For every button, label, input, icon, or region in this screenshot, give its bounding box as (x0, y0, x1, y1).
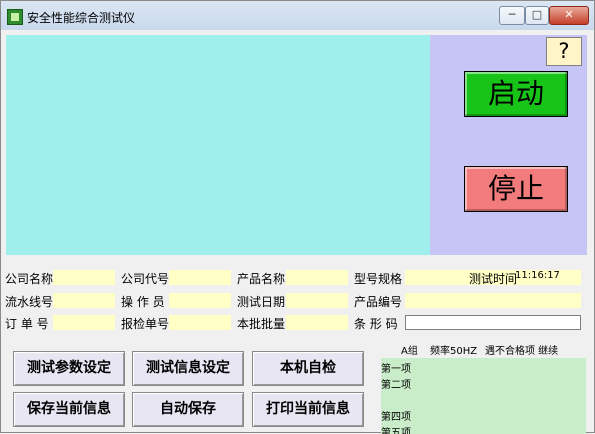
test-items-list: 第一项 第二项 第四项 第五项 (381, 358, 586, 434)
batch-quantity-label: 本批批量 (237, 317, 286, 331)
fail-action-label: 遇不合格项 继续 (485, 346, 559, 357)
help-button[interactable]: ? (546, 37, 582, 66)
test-time-value: 11:16:17 (515, 270, 560, 281)
stop-button[interactable]: 停止 (464, 166, 568, 212)
barcode-label: 条 形 码 (354, 317, 398, 331)
test-item: 第四项 (381, 412, 411, 423)
serial-number-label: 流水线号 (5, 295, 54, 309)
product-code-field[interactable] (405, 293, 581, 308)
test-item: 第二项 (381, 380, 411, 391)
save-current-button[interactable]: 保存当前信息 (13, 392, 125, 427)
barcode-field[interactable] (405, 315, 581, 330)
app-icon (7, 9, 23, 25)
self-check-button[interactable]: 本机自检 (252, 351, 364, 386)
status-header: A组 频率50HZ 遇不合格项 继续 (381, 341, 581, 357)
company-code-field[interactable] (169, 270, 231, 285)
print-current-button[interactable]: 打印当前信息 (252, 392, 364, 427)
operator-label: 操 作 员 (121, 295, 165, 309)
model-spec-label: 型号规格 (354, 272, 403, 286)
main-window: 安全性能综合测试仪 ─ □ ✕ ? 启动 停止 公司名称 公司代号 产品名称 型… (0, 0, 595, 434)
auto-save-button[interactable]: 自动保存 (132, 392, 244, 427)
close-button[interactable]: ✕ (549, 6, 589, 25)
test-date-label: 测试日期 (237, 295, 286, 309)
test-date-field[interactable] (286, 293, 348, 308)
report-number-label: 报检单号 (121, 317, 170, 331)
test-info-button[interactable]: 测试信息设定 (132, 351, 244, 386)
window-title: 安全性能综合测试仪 (27, 11, 136, 25)
test-display-area (6, 35, 430, 255)
start-button[interactable]: 启动 (464, 71, 568, 117)
company-code-label: 公司代号 (121, 272, 170, 286)
order-number-label: 订 单 号 (5, 317, 49, 331)
batch-quantity-field[interactable] (286, 315, 348, 330)
product-code-label: 产品编号 (354, 295, 403, 309)
maximize-button[interactable]: □ (525, 6, 549, 25)
report-number-field[interactable] (169, 315, 231, 330)
product-name-field[interactable] (286, 270, 348, 285)
title-bar: 安全性能综合测试仪 ─ □ ✕ (1, 1, 594, 30)
serial-number-field[interactable] (53, 293, 115, 308)
control-panel (430, 35, 587, 255)
group-label: A组 (401, 346, 418, 357)
minimize-button[interactable]: ─ (499, 6, 525, 25)
company-name-label: 公司名称 (5, 272, 54, 286)
frequency-label: 频率50HZ (430, 346, 478, 357)
product-name-label: 产品名称 (237, 272, 286, 286)
test-params-button[interactable]: 测试参数设定 (13, 351, 125, 386)
test-time-label: 测试时间 (469, 272, 518, 286)
order-number-field[interactable] (53, 315, 115, 330)
test-item: 第一项 (381, 364, 411, 375)
company-name-field[interactable] (53, 270, 115, 285)
operator-field[interactable] (169, 293, 231, 308)
